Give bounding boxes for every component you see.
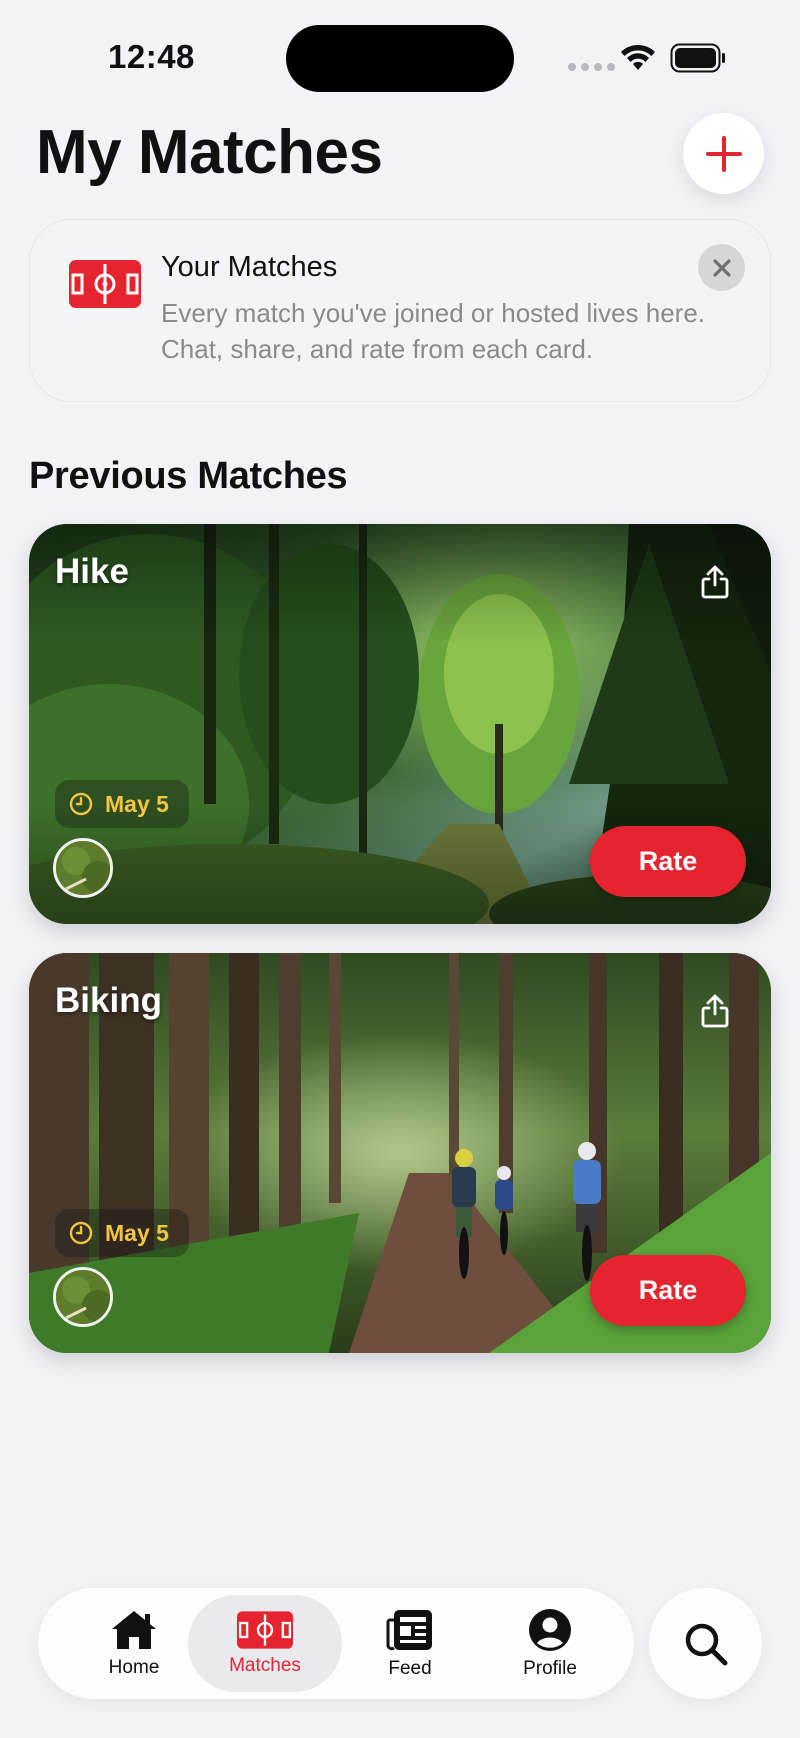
add-match-button[interactable] [683, 113, 764, 194]
info-description: Every match you've joined or hosted live… [161, 298, 706, 364]
search-icon [685, 1623, 727, 1665]
match-card[interactable]: Hike May 5 Rate [29, 524, 771, 924]
date-chip: May 5 [55, 780, 189, 828]
tab-bar: Home Matches Feed Profile [38, 1588, 634, 1699]
cellular-signal-icon [568, 63, 615, 71]
clock-icon [69, 1221, 93, 1245]
avatar[interactable] [53, 1267, 113, 1327]
clock-icon [69, 792, 93, 816]
share-icon [701, 994, 729, 1028]
avatar[interactable] [53, 838, 113, 898]
newspaper-icon [386, 1609, 432, 1650]
info-title: Your Matches [161, 251, 338, 283]
tab-home[interactable]: Home [74, 1588, 194, 1699]
person-icon [529, 1608, 571, 1651]
match-date: May 5 [105, 1219, 169, 1246]
section-title: Previous Matches [29, 455, 348, 497]
dynamic-island [286, 25, 514, 92]
wifi-icon [621, 44, 655, 70]
match-date: May 5 [105, 790, 169, 817]
rate-button[interactable]: Rate [590, 826, 746, 897]
match-card[interactable]: Biking May 5 Rate [29, 953, 771, 1353]
tab-feed[interactable]: Feed [350, 1588, 470, 1699]
field-icon [237, 1610, 293, 1649]
match-title: Hike [55, 552, 129, 591]
plus-icon [705, 135, 742, 172]
tab-label: Profile [523, 1657, 577, 1679]
share-button[interactable] [693, 989, 737, 1033]
battery-icon [670, 43, 725, 73]
tab-profile[interactable]: Profile [490, 1588, 610, 1699]
status-bar: 12:48 [0, 0, 800, 100]
match-title: Biking [55, 981, 162, 1020]
page-title: My Matches [36, 118, 383, 187]
share-icon [701, 565, 729, 599]
status-time: 12:48 [108, 38, 195, 75]
share-button[interactable] [693, 560, 737, 604]
search-button[interactable] [649, 1588, 762, 1699]
tab-label: Feed [388, 1657, 432, 1679]
house-icon [112, 1610, 156, 1649]
info-card: Your Matches Every match you've joined o… [29, 219, 771, 402]
tab-label: Matches [229, 1654, 301, 1676]
tab-label: Home [108, 1656, 160, 1678]
tab-matches[interactable]: Matches [188, 1595, 342, 1692]
date-chip: May 5 [55, 1209, 189, 1257]
dismiss-info-button[interactable] [698, 244, 745, 291]
field-icon [69, 260, 141, 308]
close-icon [712, 258, 731, 277]
rate-button[interactable]: Rate [590, 1255, 746, 1326]
